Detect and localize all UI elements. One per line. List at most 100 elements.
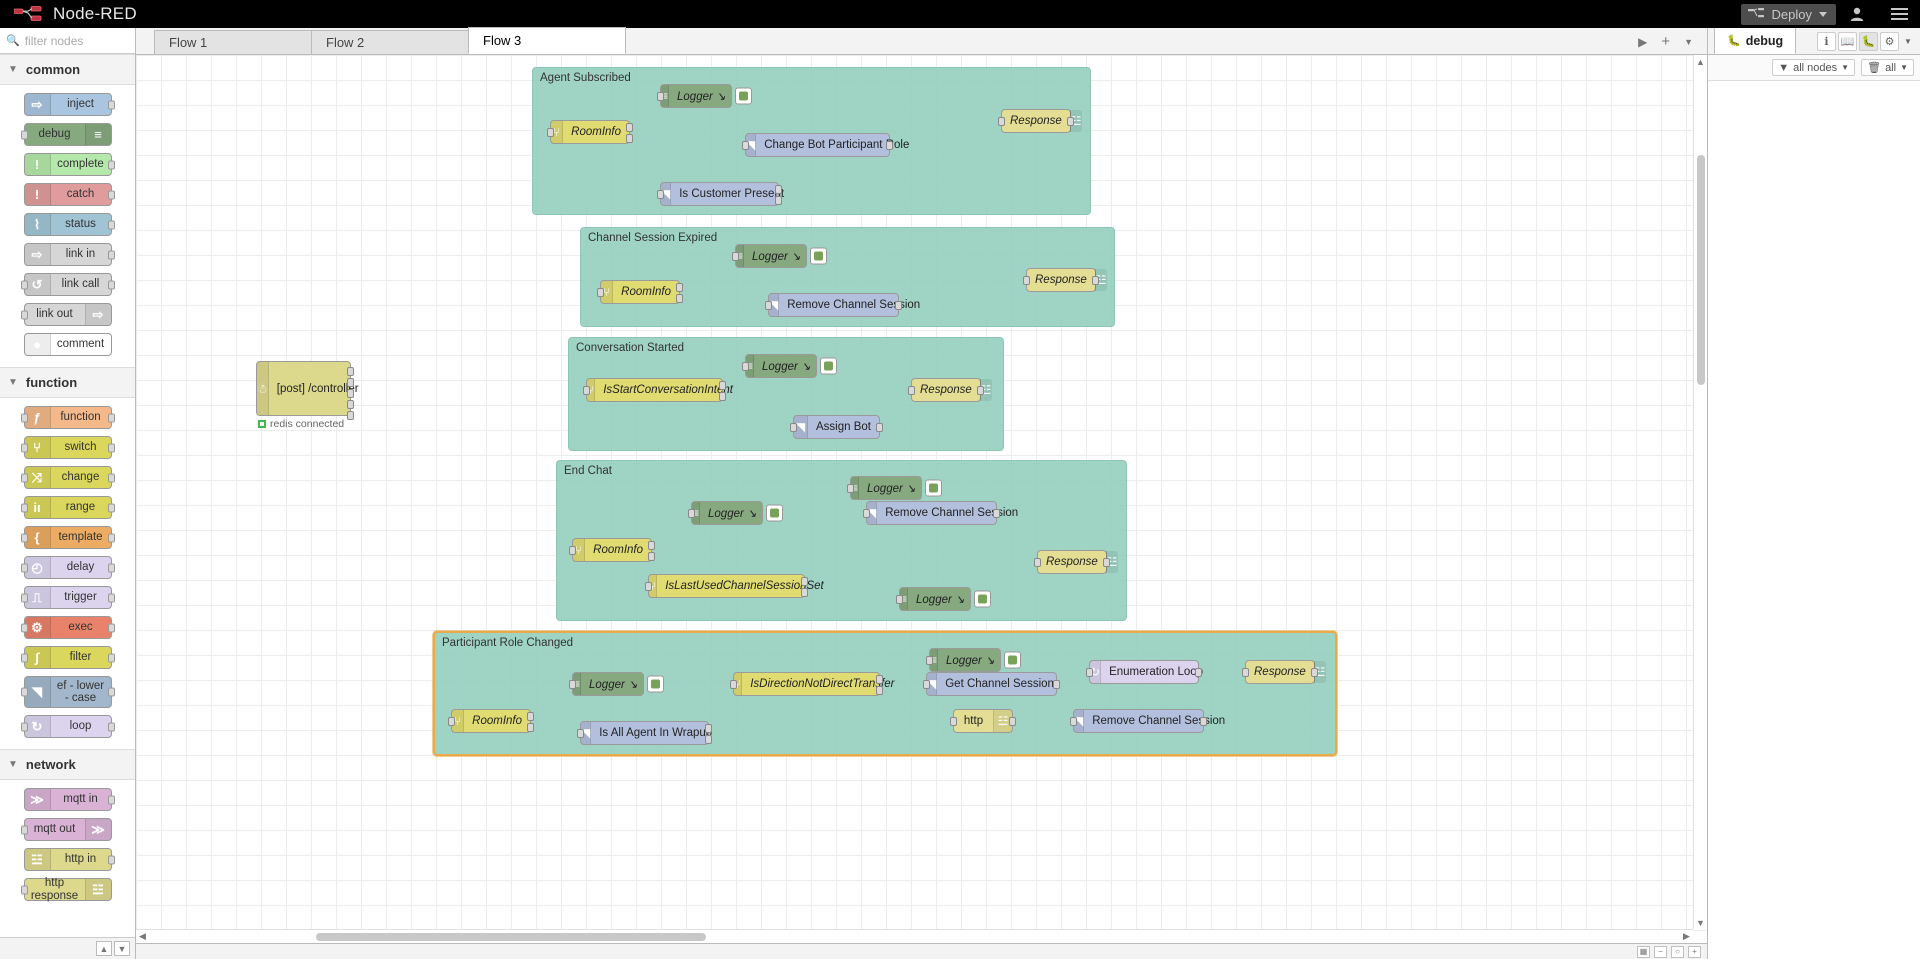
node-input-port[interactable] bbox=[790, 423, 797, 432]
node-output-port[interactable] bbox=[993, 509, 1000, 518]
palette-node-debug[interactable]: debug≡ bbox=[24, 123, 112, 146]
node-input-port[interactable] bbox=[998, 117, 1005, 126]
node-input-port[interactable] bbox=[583, 386, 590, 395]
node-output-port[interactable] bbox=[1311, 668, 1318, 677]
node-input-port[interactable] bbox=[657, 190, 664, 199]
flow-node-isstartconversationintent[interactable]: ⑂IsStartConversationIntent bbox=[586, 378, 723, 402]
node-output-port[interactable] bbox=[626, 123, 633, 132]
palette-category-function[interactable]: ▼function bbox=[0, 367, 135, 398]
flow-node-roominfo[interactable]: ⑂RoomInfo bbox=[600, 280, 680, 304]
node-output-port[interactable] bbox=[108, 250, 115, 259]
node-input-port[interactable] bbox=[765, 301, 772, 310]
node-output-port[interactable] bbox=[108, 855, 115, 864]
palette-node-filter[interactable]: ∫filter bbox=[24, 646, 112, 669]
flow-node-change-bot-participant-role[interactable]: ◥Change Bot Participant Role bbox=[745, 133, 890, 157]
node-output-port[interactable] bbox=[719, 381, 726, 390]
flow-node-response[interactable]: Response☳ bbox=[1245, 660, 1315, 684]
flow-canvas[interactable]: Agent Subscribed≡Logger ↘⑂RoomInfo◥Chang… bbox=[136, 55, 1707, 943]
palette-node-http-response[interactable]: http response☳ bbox=[24, 878, 112, 901]
node-input-port[interactable] bbox=[742, 141, 749, 150]
debug-toggle-button[interactable] bbox=[766, 505, 783, 522]
node-input-port[interactable] bbox=[547, 128, 554, 137]
scroll-right-arrow[interactable]: ▶ bbox=[1680, 930, 1693, 943]
flow-node-logger-[interactable]: ≡Logger ↘ bbox=[735, 244, 807, 268]
node-output-port[interactable] bbox=[775, 185, 782, 194]
palette-node-range[interactable]: iırange bbox=[24, 496, 112, 519]
node-input-port[interactable] bbox=[21, 688, 28, 697]
debug-toggle-button[interactable] bbox=[810, 248, 827, 265]
flow-node-logger-[interactable]: ≡Logger ↘ bbox=[691, 501, 763, 525]
node-input-port[interactable] bbox=[21, 443, 28, 452]
node-output-port[interactable] bbox=[527, 723, 534, 732]
palette-node-function[interactable]: ƒfunction bbox=[24, 406, 112, 429]
node-input-port[interactable] bbox=[577, 729, 584, 738]
flow-node-enumeration-loop[interactable]: ↻Enumeration Loop bbox=[1089, 660, 1199, 684]
flow-node-remove-channel-session[interactable]: ◥Remove Channel Session bbox=[768, 293, 899, 317]
flow-node-logger-[interactable]: ≡Logger ↘ bbox=[899, 587, 971, 611]
node-output-port[interactable] bbox=[1195, 668, 1202, 677]
node-output-port[interactable] bbox=[1200, 717, 1207, 726]
node-output-port[interactable] bbox=[108, 533, 115, 542]
canvas-horizontal-scrollbar[interactable]: ◀ ▶ bbox=[136, 929, 1693, 943]
node-input-port[interactable] bbox=[1086, 668, 1093, 677]
node-input-port[interactable] bbox=[742, 362, 749, 371]
palette-node-exec[interactable]: ⚙exec bbox=[24, 616, 112, 639]
flow-node-assign-bot[interactable]: ◥Assign Bot bbox=[793, 415, 880, 439]
main-menu-button[interactable] bbox=[1878, 0, 1920, 28]
expand-all-categories-button[interactable]: ▼ bbox=[114, 941, 130, 956]
node-input-port[interactable] bbox=[908, 386, 915, 395]
node-output-port[interactable] bbox=[895, 301, 902, 310]
node-output-port[interactable] bbox=[347, 378, 354, 387]
add-tab-icon[interactable]: + bbox=[1661, 33, 1670, 50]
node-input-port[interactable] bbox=[1023, 276, 1030, 285]
node-output-port[interactable] bbox=[108, 722, 115, 731]
palette-node-complete[interactable]: !complete bbox=[24, 153, 112, 176]
node-input-port[interactable] bbox=[847, 484, 854, 493]
node-output-port[interactable] bbox=[648, 552, 655, 561]
node-output-port[interactable] bbox=[347, 367, 354, 376]
flow-node-get-channel-sessions[interactable]: ◥Get Channel Sessions bbox=[926, 672, 1057, 696]
node-output-port[interactable] bbox=[108, 220, 115, 229]
node-output-port[interactable] bbox=[108, 795, 115, 804]
node-output-port[interactable] bbox=[347, 411, 354, 420]
palette-node-trigger[interactable]: ⎍trigger bbox=[24, 586, 112, 609]
node-input-port[interactable] bbox=[21, 533, 28, 542]
node-output-port[interactable] bbox=[347, 389, 354, 398]
palette-node-status[interactable]: ⌇status bbox=[24, 213, 112, 236]
node-input-port[interactable] bbox=[1070, 717, 1077, 726]
node-output-port[interactable] bbox=[108, 653, 115, 662]
node-input-port[interactable] bbox=[569, 680, 576, 689]
node-input-port[interactable] bbox=[863, 509, 870, 518]
debug-toggle-button[interactable] bbox=[820, 358, 837, 375]
palette-node-template[interactable]: {template bbox=[24, 526, 112, 549]
canvas-vertical-scrollbar[interactable]: ▲ ▼ bbox=[1693, 55, 1707, 929]
user-menu-button[interactable] bbox=[1836, 0, 1878, 28]
node-input-port[interactable] bbox=[21, 825, 28, 834]
palette-search-bar[interactable]: 🔍 bbox=[0, 28, 135, 54]
palette-node-http-in[interactable]: ☳http in bbox=[24, 848, 112, 871]
node-input-port[interactable] bbox=[448, 717, 455, 726]
play-icon[interactable]: ▶ bbox=[1638, 35, 1647, 49]
h-scroll-thumb[interactable] bbox=[316, 933, 706, 941]
node-input-port[interactable] bbox=[569, 546, 576, 555]
node-output-port[interactable] bbox=[676, 283, 683, 292]
debug-toggle-button[interactable] bbox=[647, 676, 664, 693]
palette-node-ef---lower---case[interactable]: ◥ef - lower - case bbox=[24, 676, 112, 708]
flow-node-logger-[interactable]: ≡Logger ↘ bbox=[929, 648, 1001, 672]
flow-node-logger-[interactable]: ≡Logger ↘ bbox=[572, 672, 644, 696]
node-input-port[interactable] bbox=[21, 130, 28, 139]
node-input-port[interactable] bbox=[21, 503, 28, 512]
debug-toggle-button[interactable] bbox=[1004, 652, 1021, 669]
node-output-port[interactable] bbox=[108, 688, 115, 697]
node-output-port[interactable] bbox=[876, 675, 883, 684]
debug-bug-icon[interactable]: 🐛 bbox=[1859, 32, 1878, 51]
flow-node-logger-[interactable]: ≡Logger ↘ bbox=[850, 476, 922, 500]
palette-node-change[interactable]: ⤨change bbox=[24, 466, 112, 489]
help-book-icon[interactable]: 📖 bbox=[1838, 32, 1857, 51]
node-output-port[interactable] bbox=[108, 190, 115, 199]
flow-node-logger-[interactable]: ≡Logger ↘ bbox=[745, 354, 817, 378]
flow-tab-flow-3[interactable]: Flow 3 bbox=[468, 27, 626, 54]
debug-message-list[interactable] bbox=[1708, 81, 1920, 959]
gear-icon[interactable]: ⚙ bbox=[1880, 32, 1899, 51]
caret-down-icon[interactable]: ▼ bbox=[1901, 32, 1915, 51]
